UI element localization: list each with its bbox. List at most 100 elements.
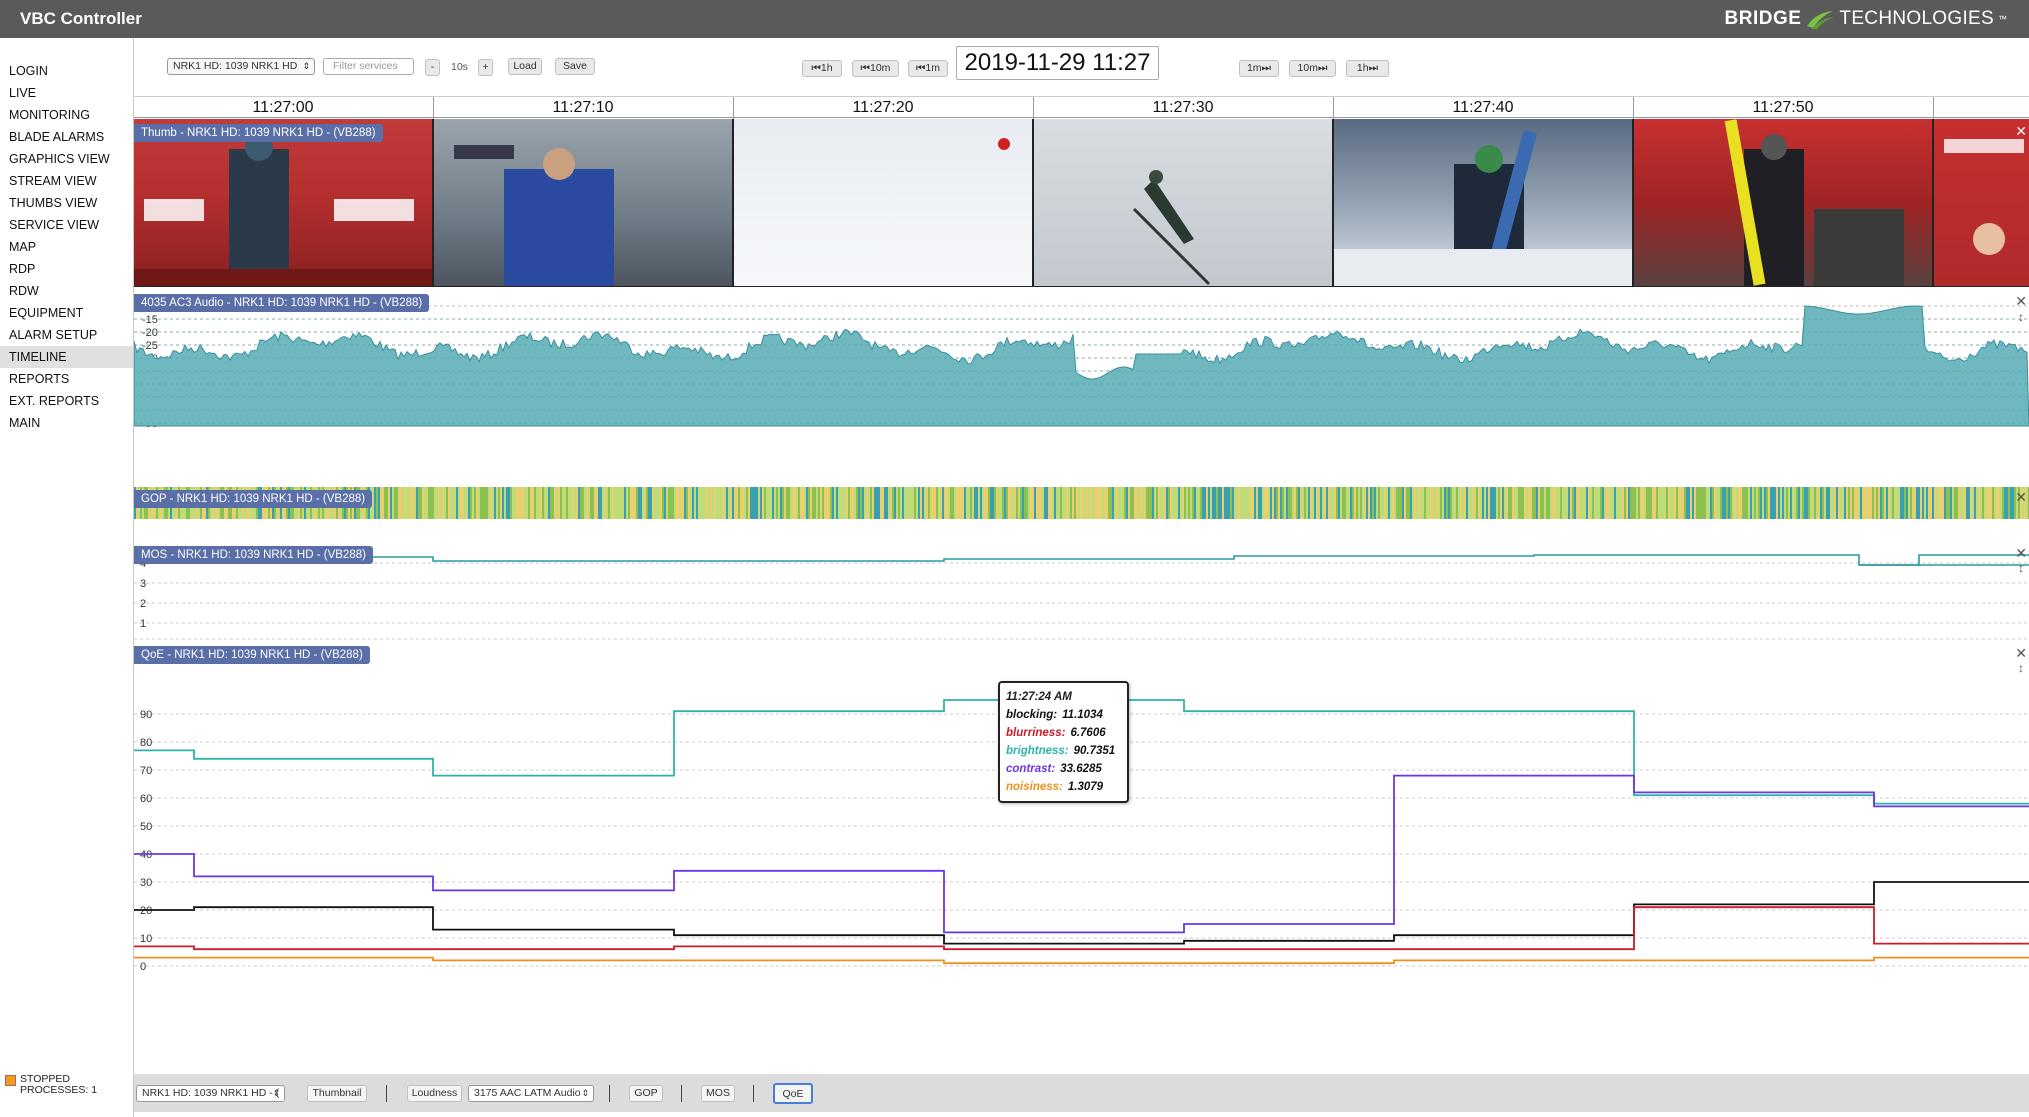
tooltip-noisiness-value: 1.3079: [1067, 781, 1104, 793]
sidebar-item-main[interactable]: MAIN: [0, 412, 133, 434]
brand-name: BRIDGE: [1724, 8, 1802, 29]
service-select[interactable]: NRK1 HD: 1039 NRK1 HD ⇕: [167, 58, 315, 75]
sidebar-item-rdw[interactable]: RDW: [0, 280, 133, 302]
qoe-blocking-line: [134, 881, 2029, 945]
thumb-track-label: Thumb - NRK1 HD: 1039 NRK1 HD - (VB288): [134, 124, 383, 142]
mos-chart: 4321: [134, 554, 2029, 640]
audio-axis-label: -25: [142, 340, 158, 352]
video-thumbnail[interactable]: [434, 119, 732, 286]
time-ruler: 11:27:00 11:27:10 11:27:20 11:27:30 11:2…: [134, 96, 2029, 119]
qoe-axis-label: 30: [140, 877, 152, 889]
forward-1h-button[interactable]: 1h⏭: [1346, 60, 1389, 77]
video-thumbnail[interactable]: [134, 119, 432, 286]
divider: [386, 1085, 387, 1102]
divider: [753, 1085, 754, 1102]
brand-swoosh-icon: [1807, 11, 1835, 29]
ruler-tick-label: 11:27:50: [1752, 99, 1814, 116]
sidebar-item-thumbs-view[interactable]: THUMBS VIEW: [0, 192, 133, 214]
sidebar-item-alarm-setup[interactable]: ALARM SETUP: [0, 324, 133, 346]
tooltip-contrast-label: contrast:: [1006, 763, 1056, 775]
process-status: STOPPED PROCESSES: 1: [5, 1074, 97, 1096]
thumbnail-image: [1334, 129, 1632, 286]
close-icon[interactable]: ✕: [2015, 293, 2027, 310]
audio-pid-select[interactable]: 3175 AAC LATM Audio ⇕: [468, 1085, 594, 1102]
ruler-tick-label: 11:27:20: [852, 99, 914, 116]
forward-10m-button[interactable]: 10m⏭: [1289, 60, 1336, 77]
resize-handle-icon[interactable]: ↕: [2018, 310, 2024, 324]
close-icon[interactable]: ✕: [2015, 123, 2027, 140]
thumbnail-image: [1132, 170, 1211, 286]
save-button[interactable]: Save: [555, 58, 595, 75]
main-area: NRK1 HD: 1039 NRK1 HD ⇕ Filter services -…: [134, 38, 2029, 1117]
tooltip-blocking-label: blocking:: [1006, 709, 1058, 721]
brand-trademark: ™: [1998, 14, 2007, 24]
mos-toggle-button[interactable]: MOS: [701, 1085, 735, 1102]
sidebar-item-timeline[interactable]: TIMELINE: [0, 346, 133, 368]
audio-loudness-chart: -10-15-20-25-30-35-40-45-50-55: [134, 288, 2029, 478]
qoe-axis-label: 90: [140, 709, 152, 721]
sidebar-item-map[interactable]: MAP: [0, 236, 133, 258]
tooltip-time: 11:27:24 AM: [1006, 691, 1072, 703]
divider: [609, 1085, 610, 1102]
video-thumbnail[interactable]: [734, 119, 1032, 286]
qoe-toggle-button[interactable]: QoE: [773, 1083, 813, 1104]
close-icon[interactable]: ✕: [2015, 489, 2027, 506]
back-1m-button[interactable]: ⏮1m: [908, 60, 948, 77]
gop-track: GOP - NRK1 HD: 1039 NRK1 HD - (VB288) ✕: [134, 487, 2029, 519]
sidebar-item-reports[interactable]: REPORTS: [0, 368, 133, 390]
track-selector-bar: NRK1 HD: 1039 NRK1 HD - (⇕ Thumbnail Lou…: [134, 1074, 2029, 1112]
mos-track-label: MOS - NRK1 HD: 1039 NRK1 HD - (VB288): [134, 546, 373, 564]
sidebar-item-monitoring[interactable]: MONITORING: [0, 104, 133, 126]
audio-axis-label: -15: [142, 314, 158, 326]
sidebar-item-live[interactable]: LIVE: [0, 82, 133, 104]
sidebar-item-stream-view[interactable]: STREAM VIEW: [0, 170, 133, 192]
audio-loudness-track: -10-15-20-25-30-35-40-45-50-55 4035 AC3 …: [134, 288, 2029, 478]
filter-services-input[interactable]: Filter services: [323, 58, 414, 75]
qoe-track-label: QoE - NRK1 HD: 1039 NRK1 HD - (VB288): [134, 646, 370, 664]
video-thumbnail[interactable]: [1334, 119, 1632, 286]
select-arrows-icon: ⇕: [272, 1088, 280, 1098]
qoe-axis-label: 80: [140, 737, 152, 749]
qoe-axis-label: 50: [140, 821, 152, 833]
sidebar-item-ext-reports[interactable]: EXT. REPORTS: [0, 390, 133, 412]
mos-axis-label: 3: [140, 578, 146, 590]
sidebar-item-rdp[interactable]: RDP: [0, 258, 133, 280]
app-title: VBC Controller: [20, 9, 142, 28]
video-thumbnail[interactable]: [1634, 119, 1932, 286]
thumbnail-image: [454, 145, 614, 286]
resize-handle-icon[interactable]: ↕: [2018, 661, 2024, 675]
gop-toggle-button[interactable]: GOP: [629, 1085, 663, 1102]
sidebar-item-service-view[interactable]: SERVICE VIEW: [0, 214, 133, 236]
step-minus-button[interactable]: -: [425, 59, 440, 76]
load-button[interactable]: Load: [508, 58, 542, 75]
brand-logo: BRIDGE TECHNOLOGIES ™: [1725, 8, 2007, 30]
sidebar: LOGIN LIVE MONITORING BLADE ALARMS GRAPH…: [0, 38, 134, 1117]
mos-axis-label: 1: [140, 618, 146, 630]
close-icon[interactable]: ✕: [2015, 545, 2027, 562]
thumbnail-toggle-button[interactable]: Thumbnail: [307, 1085, 367, 1102]
sidebar-item-login[interactable]: LOGIN: [0, 60, 133, 82]
tooltip-blocking-value: 11.1034: [1062, 709, 1103, 721]
sidebar-item-equipment[interactable]: EQUIPMENT: [0, 302, 133, 324]
ruler-tick-label: 11:27:00: [252, 99, 314, 116]
resize-handle-icon[interactable]: ↕: [2018, 561, 2024, 575]
tooltip-blurriness-value: 6.7606: [1070, 727, 1106, 739]
tooltip-contrast-value: 33.6285: [1060, 763, 1102, 775]
close-icon[interactable]: ✕: [2015, 645, 2027, 662]
ruler-tick-label: 11:27:30: [1152, 99, 1214, 116]
footer-service-select[interactable]: NRK1 HD: 1039 NRK1 HD - (⇕: [136, 1085, 285, 1102]
qoe-noisiness-line: [134, 956, 2029, 965]
datetime-input[interactable]: 2019-11-29 11:27: [956, 46, 1159, 80]
step-value: 10s: [451, 61, 468, 73]
forward-1m-button[interactable]: 1m⏭: [1239, 60, 1279, 77]
back-10m-button[interactable]: ⏮10m: [852, 60, 899, 77]
sidebar-item-blade-alarms[interactable]: BLADE ALARMS: [0, 126, 133, 148]
back-1h-button[interactable]: ⏮1h: [802, 60, 842, 77]
video-thumbnail[interactable]: [1934, 119, 2029, 286]
gop-chart: [134, 487, 2029, 519]
loudness-toggle-button[interactable]: Loudness: [407, 1085, 462, 1102]
sidebar-item-graphics-view[interactable]: GRAPHICS VIEW: [0, 148, 133, 170]
qoe-axis-label: 40: [140, 849, 152, 861]
step-plus-button[interactable]: +: [478, 59, 493, 76]
video-thumbnail[interactable]: [1034, 119, 1332, 286]
